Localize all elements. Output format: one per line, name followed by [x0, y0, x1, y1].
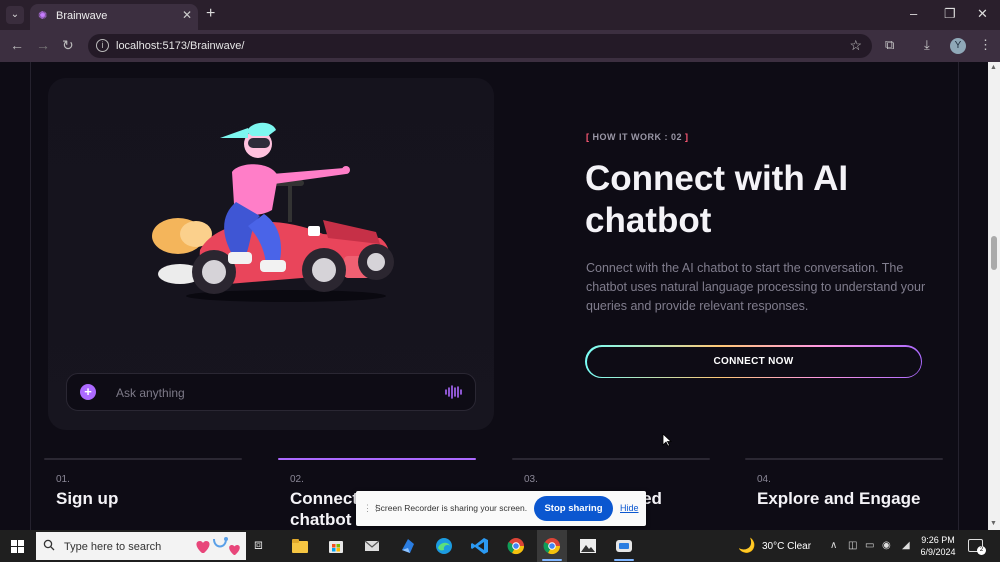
app-icon[interactable] [398, 536, 418, 556]
step-number: 03. [524, 474, 538, 485]
profile-avatar[interactable]: Y [950, 38, 966, 54]
step-title: Sign up [56, 489, 119, 508]
reload-icon[interactable]: ↻ [62, 38, 74, 52]
search-icon [43, 539, 55, 551]
connect-now-label[interactable]: CONNECT NOW [586, 346, 921, 377]
scroll-down-icon[interactable]: ▼ [990, 520, 997, 527]
taskbar-search-placeholder[interactable]: Type here to search [64, 541, 161, 553]
page-content: + Ask anything [ HOW IT WORK : 02 ] Conn… [0, 62, 988, 530]
step-progress-line [745, 458, 943, 460]
search-highlight-hearts-icon [196, 537, 240, 555]
downloads-icon[interactable]: ⤓ [924, 38, 930, 52]
section-eyebrow: [ HOW IT WORK : 02 ] [586, 132, 689, 142]
active-app-indicator [542, 559, 562, 561]
eyebrow-text: HOW IT WORK : 02 [589, 132, 685, 142]
brainwave-favicon-icon: ✺ [38, 10, 48, 22]
notification-badge: 2 [977, 546, 986, 555]
microsoft-store-icon[interactable] [326, 536, 346, 556]
url-text[interactable]: localhost:5173/Brainwave/ [116, 40, 244, 52]
volume-icon[interactable]: ◢ [902, 540, 910, 552]
step-progress-line [278, 458, 476, 460]
forward-icon[interactable]: → [36, 38, 50, 52]
screen-recorder-icon[interactable] [614, 536, 634, 556]
weather-text[interactable]: 30°C Clear [762, 541, 811, 552]
page-scrollbar[interactable]: ▲ ▼ [988, 62, 1000, 530]
robot-rider-illustration [152, 122, 394, 302]
new-tab-button[interactable]: + [206, 6, 215, 22]
address-bar[interactable]: i localhost:5173/Brainwave/ ☆ [88, 34, 872, 58]
hide-link[interactable]: Hide [620, 503, 639, 513]
photos-icon[interactable] [578, 536, 598, 556]
running-app-indicator [614, 559, 634, 561]
add-attachment-button[interactable]: + [80, 384, 96, 400]
back-icon[interactable]: ← [10, 38, 24, 52]
network-icon[interactable]: ◉ [882, 540, 891, 552]
tab-title: Brainwave [56, 10, 108, 22]
step-progress-line [512, 458, 710, 460]
ask-input-placeholder[interactable]: Ask anything [116, 386, 185, 400]
windows-start-icon[interactable] [11, 540, 24, 553]
tab-strip: ⌄ ✺ Brainwave ✕ + – ❐ ✕ [0, 0, 1000, 30]
step-title: Explore and Engage [757, 489, 921, 508]
close-tab-icon[interactable]: ✕ [182, 8, 192, 22]
tab-brainwave[interactable]: ✺ Brainwave ✕ [30, 4, 198, 30]
extensions-icon[interactable]: ⧉ [885, 38, 894, 52]
vscode-icon[interactable] [470, 536, 490, 556]
bookmark-star-icon[interactable]: ☆ [849, 37, 862, 54]
section-heading: Connect with AI chatbot [585, 159, 849, 240]
chrome-icon[interactable] [506, 536, 526, 556]
section-description: Connect with the AI chatbot to start the… [586, 261, 926, 313]
system-clock[interactable]: 9:26 PM 6/9/2024 [918, 534, 958, 558]
chrome-profile-icon[interactable] [542, 536, 562, 556]
minimize-icon[interactable]: – [910, 6, 917, 21]
mouse-cursor-icon [662, 433, 672, 447]
stop-sharing-button[interactable]: Stop sharing [534, 496, 613, 521]
step-item[interactable]: 04. Explore and Engage [745, 458, 943, 509]
mail-icon[interactable] [362, 536, 382, 556]
meet-now-icon[interactable]: ◫ [848, 540, 857, 552]
site-info-icon[interactable]: i [96, 39, 109, 52]
eyebrow-bracket-close: ] [685, 132, 689, 142]
browser-toolbar: ← → ↻ i localhost:5173/Brainwave/ ☆ ⧉ ⤓ … [0, 30, 1000, 62]
close-window-icon[interactable]: ✕ [977, 6, 988, 22]
scrollbar-thumb[interactable] [991, 236, 997, 270]
tab-search-button[interactable]: ⌄ [6, 6, 24, 24]
step-number: 01. [56, 474, 70, 485]
task-view-icon[interactable]: ⧈ [254, 536, 274, 556]
connect-now-button[interactable]: CONNECT NOW [585, 345, 922, 378]
tray-overflow-icon[interactable]: ∧ [830, 540, 837, 552]
scroll-up-icon[interactable]: ▲ [990, 64, 997, 71]
windows-taskbar: Type here to search ⧈ 🌙 30°C Clear ∧ ◫ ▭… [0, 530, 1000, 562]
ask-input-bar[interactable]: + Ask anything [66, 373, 476, 411]
grid-line [958, 62, 959, 530]
edge-browser-icon[interactable] [434, 536, 454, 556]
weather-moon-icon[interactable]: 🌙 [738, 537, 755, 553]
step-progress-line [44, 458, 242, 460]
battery-icon[interactable]: ▭ [865, 540, 874, 552]
screen-share-bar: ⋮⋮ Screen Recorder is sharing your scree… [356, 491, 646, 526]
menu-dots-icon[interactable]: ⋮ [979, 38, 992, 52]
step-number: 04. [757, 474, 771, 485]
restore-icon[interactable]: ❐ [944, 6, 956, 22]
clock-time: 9:26 PM [921, 535, 955, 545]
screen-share-message: Screen Recorder is sharing your screen. [375, 503, 528, 513]
taskbar-search-box[interactable]: Type here to search [36, 532, 246, 560]
step-item[interactable]: 01. Sign up [44, 458, 242, 509]
clock-date: 6/9/2024 [920, 547, 956, 557]
file-explorer-icon[interactable] [290, 536, 310, 556]
voice-waveform-icon[interactable] [445, 385, 463, 399]
grid-line [30, 62, 31, 530]
step-number: 02. [290, 474, 304, 485]
